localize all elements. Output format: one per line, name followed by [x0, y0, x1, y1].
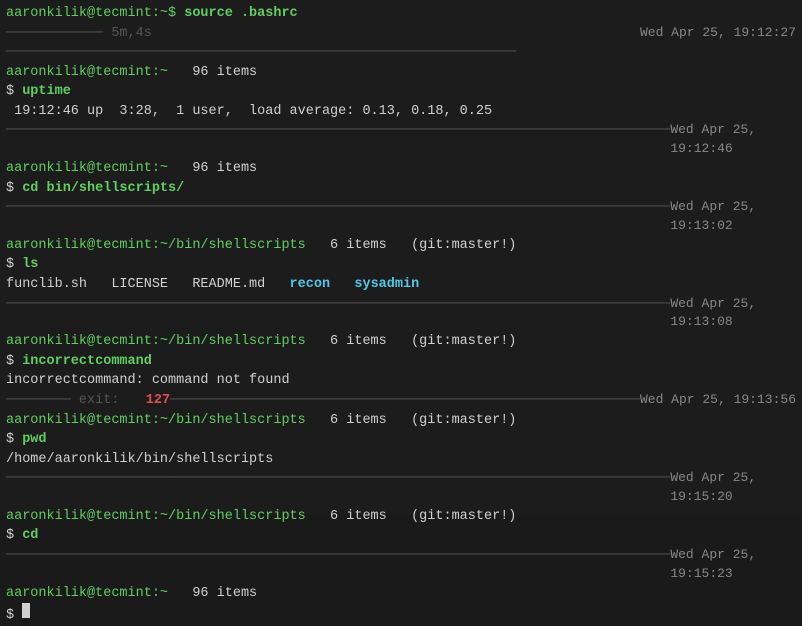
user-git-4: aaronkilik@tecmint:~/bin/shellscripts [6, 507, 306, 527]
uptime-output: 19:12:46 up 3:28, 1 user, load average: … [6, 102, 796, 122]
timestamp-2: Wed Apr 25, 19:12:46 [670, 121, 796, 159]
sep-dashes-6: ────────────────────────────────────────… [6, 546, 670, 584]
sep-dashes-exit-l: ──────── exit: [6, 391, 146, 411]
sep-dashes: ──────────── 5m,4s ─────────────────────… [6, 24, 640, 63]
sep-dashes-5: ────────────────────────────────────────… [6, 469, 670, 507]
prompt-info-git-2: aaronkilik@tecmint:~/bin/shellscripts 6 … [6, 332, 796, 352]
final-prompt[interactable]: $ [6, 603, 796, 626]
prompt-info-git-4: aaronkilik@tecmint:~/bin/shellscripts 6 … [6, 507, 796, 527]
prompt-symbol-3: $ [6, 255, 22, 275]
sep-dashes-3: ────────────────────────────────────────… [6, 198, 670, 236]
user-3: aaronkilik@tecmint:~ [6, 584, 168, 604]
git-info-3: (git:master!) [411, 411, 516, 431]
sep-4: ────────────────────────────────────────… [6, 295, 796, 333]
cmd-source: source .bashrc [184, 4, 297, 24]
sep-dashes-exit-r: ────────────────────────────────────────… [170, 391, 640, 411]
user-1: aaronkilik@tecmint:~ [6, 63, 168, 83]
error-text: incorrectcommand: command not found [6, 371, 290, 391]
line-pwd: $ pwd [6, 430, 796, 450]
line-uptime: $ uptime [6, 82, 796, 102]
user-git-3: aaronkilik@tecmint:~/bin/shellscripts [6, 411, 306, 431]
timestamp-4: Wed Apr 25, 19:13:08 [670, 295, 796, 333]
pwd-output: /home/aaronkilik/bin/shellscripts [6, 450, 796, 470]
git-info-1: (git:master!) [411, 236, 516, 256]
prompt-user: aaronkilik@tecmint:~$ [6, 4, 184, 24]
file-recon: recon [290, 275, 331, 295]
cmd-pwd: pwd [22, 430, 46, 450]
line-cd2: $ cd [6, 526, 796, 546]
ls-output: funclib.sh LICENSE README.md recon sysad… [6, 275, 796, 295]
line-ls: $ ls [6, 255, 796, 275]
prompt-symbol-6: $ [6, 526, 22, 546]
sep-3: ────────────────────────────────────────… [6, 198, 796, 236]
line-cd: $ cd bin/shellscripts/ [6, 179, 796, 199]
prompt-info-3: aaronkilik@tecmint:~ 96 items [6, 584, 796, 604]
timestamp-3: Wed Apr 25, 19:13:02 [670, 198, 796, 236]
timestamp-6: Wed Apr 25, 19:15:20 [670, 469, 796, 507]
cmd-cd: cd bin/shellscripts/ [22, 179, 184, 199]
cmd-cd2: cd [22, 526, 38, 546]
git-info-4: (git:master!) [411, 507, 516, 527]
timestamp-7: Wed Apr 25, 19:15:23 [670, 546, 796, 584]
cmd-ls: ls [22, 255, 38, 275]
file-sysadmin: sysadmin [354, 275, 419, 295]
cmd-uptime: uptime [22, 82, 71, 102]
sep-dashes-4: ────────────────────────────────────────… [6, 295, 670, 333]
user-git-2: aaronkilik@tecmint:~/bin/shellscripts [6, 332, 306, 352]
sep-dashes-2: ────────────────────────────────────────… [6, 121, 670, 159]
prompt-info-git-1: aaronkilik@tecmint:~/bin/shellscripts 6 … [6, 236, 796, 256]
timestamp-1: Wed Apr 25, 19:12:27 [640, 24, 796, 63]
timestamp-5: Wed Apr 25, 19:13:56 [640, 391, 796, 411]
sep-5: ────────────────────────────────────────… [6, 469, 796, 507]
cursor [22, 603, 30, 618]
prompt-info-git-3: aaronkilik@tecmint:~/bin/shellscripts 6 … [6, 411, 796, 431]
prompt-symbol-4: $ [6, 352, 22, 372]
user-git-1: aaronkilik@tecmint:~/bin/shellscripts [6, 236, 306, 256]
user-2: aaronkilik@tecmint:~ [6, 159, 168, 179]
git-info-2: (git:master!) [411, 332, 516, 352]
prompt-symbol-5: $ [6, 430, 22, 450]
cmd-incorrect: incorrectcommand [22, 352, 152, 372]
prompt-info-1: aaronkilik@tecmint:~ 96 items [6, 63, 796, 83]
pwd-text: /home/aaronkilik/bin/shellscripts [6, 450, 273, 470]
sep-2: ────────────────────────────────────────… [6, 121, 796, 159]
sep-6: ────────────────────────────────────────… [6, 546, 796, 584]
prompt-symbol: $ [6, 82, 22, 102]
line-incorrect: $ incorrectcommand [6, 352, 796, 372]
file-funclib: funclib.sh LICENSE README.md [6, 275, 290, 295]
prompt-info-2: aaronkilik@tecmint:~ 96 items [6, 159, 796, 179]
sep-1: ──────────── 5m,4s ─────────────────────… [6, 24, 796, 63]
uptime-text: 19:12:46 up 3:28, 1 user, load average: … [6, 102, 492, 122]
prompt-symbol-final: $ [6, 606, 22, 626]
terminal: aaronkilik@tecmint:~$ source .bashrc ───… [0, 0, 802, 515]
exit-sep: ──────── exit: 127 ─────────────────────… [6, 391, 796, 411]
error-output: incorrectcommand: command not found [6, 371, 796, 391]
line-1: aaronkilik@tecmint:~$ source .bashrc [6, 4, 796, 24]
exit-code: 127 [146, 391, 170, 411]
prompt-symbol-2: $ [6, 179, 22, 199]
